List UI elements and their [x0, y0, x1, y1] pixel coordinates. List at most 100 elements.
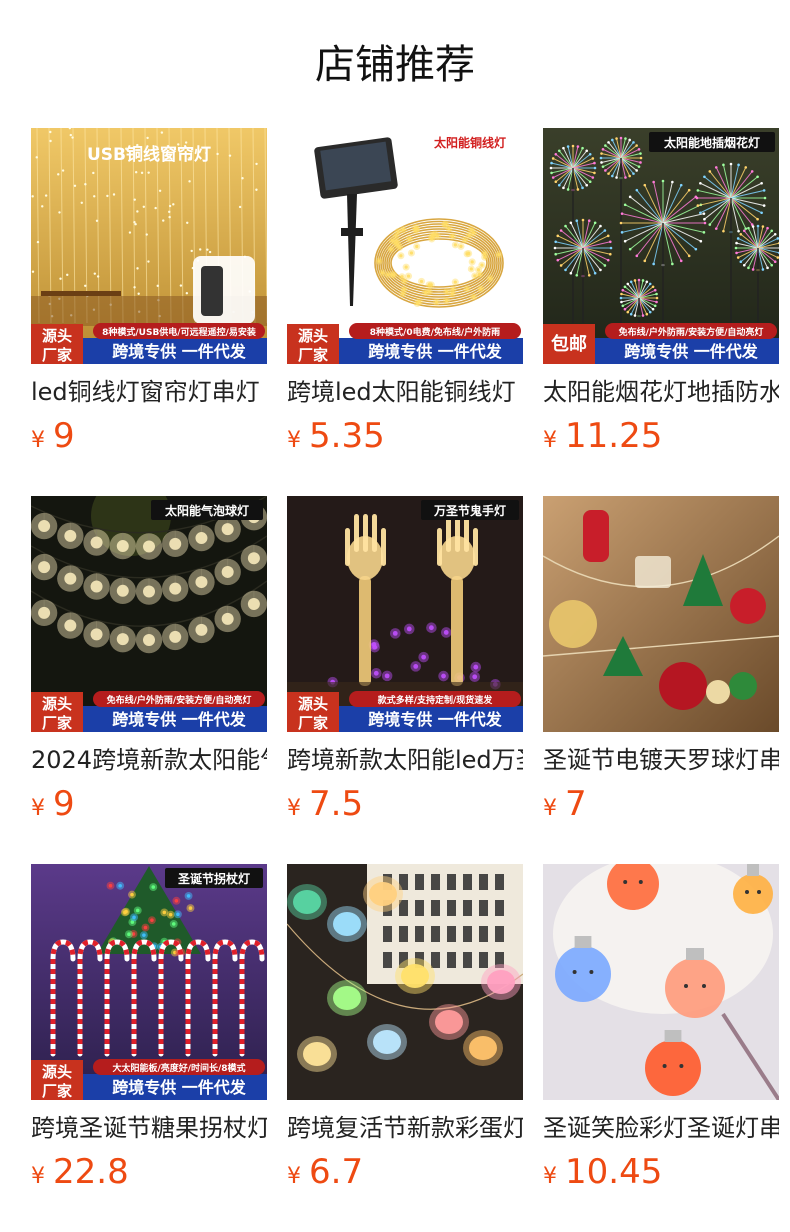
- store-recommendations-page: 店铺推荐 USB铜线窗帘灯跨境专供 一件代发 8种模式/USB供电/可远程遥控/易…: [0, 0, 790, 1232]
- product-price: ¥11.25: [543, 416, 779, 456]
- easter-egg: [293, 890, 321, 914]
- easter-egg: [401, 964, 429, 988]
- product-name[interactable]: 跨境新款太阳能led万圣节鬼手灯: [287, 744, 523, 776]
- price-value: 6.7: [309, 1152, 364, 1192]
- ornament-gift: [635, 556, 671, 588]
- product-image[interactable]: 太阳能铜线灯 跨境专供 一件代发 8种模式/0电费/免布线/户外防雨 源头 厂家: [287, 128, 523, 364]
- product-grid: USB铜线窗帘灯 跨境专供 一件代发 8种模式/USB供电/可远程遥控/易安装 源头厂…: [31, 128, 779, 1200]
- price-value: 5.35: [309, 416, 385, 456]
- product-name[interactable]: led铜线灯窗帘灯串灯: [31, 376, 267, 408]
- ornament-red: [583, 510, 609, 562]
- product-image-art: 太阳能地插烟花灯跨境专供 一件代发 免布线/户外防雨/安装方便/自动亮灯包邮: [543, 128, 779, 364]
- product-card[interactable]: USB铜线窗帘灯跨境专供 一件代发 8种模式/USB供电/可远程遥控/易安装 源头厂…: [31, 128, 267, 464]
- product-image[interactable]: 圣诞节拐杖灯 跨境专供 一件代发 大太阳能板/亮度好/时间长/8模式 源头 厂家: [31, 864, 267, 1100]
- product-image-art: 太阳能气泡球灯跨境专供 一件代发 免布线/户外防雨/安装方便/自动亮灯 源头厂家: [31, 496, 267, 732]
- source-badge-top: 源头: [42, 1063, 72, 1081]
- source-badge-top: 源头: [298, 695, 328, 713]
- currency-symbol: ¥: [31, 428, 45, 453]
- product-image[interactable]: 太阳能地插烟花灯 跨境专供 一件代发 免布线/户外防雨/安装方便/自动亮灯 包邮: [543, 128, 779, 364]
- feature-strip-text: 8种模式/0电费/免布线/户外防雨: [370, 326, 500, 338]
- smiley-bulb: [645, 1040, 701, 1096]
- corner-label: 太阳能地插烟花灯: [664, 135, 760, 150]
- currency-symbol: ¥: [31, 796, 45, 821]
- easter-egg: [369, 882, 397, 906]
- product-card[interactable]: 圣诞节拐杖灯 跨境专供 一件代发 大太阳能板/亮度好/时间长/8模式 源头 厂家 跨境圣…: [31, 864, 267, 1200]
- promo-banner-text: 跨境专供 一件代发: [112, 342, 247, 361]
- price-value: 11.25: [565, 416, 663, 456]
- currency-symbol: ¥: [287, 1164, 301, 1189]
- currency-symbol: ¥: [31, 1164, 45, 1189]
- product-name[interactable]: 跨境圣诞节糖果拐杖灯: [31, 1112, 267, 1144]
- currency-symbol: ¥: [543, 428, 557, 453]
- product-name[interactable]: 圣诞笑脸彩灯圣诞灯串: [543, 1112, 779, 1144]
- price-value: 7: [565, 784, 587, 824]
- feature-strip-text: 款式多样/支持定制/现货速发: [378, 694, 494, 706]
- product-image[interactable]: 万圣节鬼手灯跨境专供 一件代发 款式多样/支持定制/现货速发 源头 厂家: [287, 496, 523, 732]
- source-badge-bottom: 厂家: [42, 1082, 72, 1100]
- product-card[interactable]: 太阳能气泡球灯 跨境专供 一件代发 免布线/户外防雨/安装方便/自动亮灯 源头 厂家 2…: [31, 496, 267, 832]
- product-price: ¥9: [31, 784, 267, 824]
- promo-banner-text: 跨境专供 一件代发: [112, 710, 247, 729]
- page-title: 店铺推荐: [315, 42, 475, 88]
- product-image[interactable]: [543, 496, 779, 732]
- easter-egg: [373, 1030, 401, 1054]
- product-card[interactable]: 跨境复活节新款彩蛋灯串 ¥6.7: [287, 864, 523, 1200]
- source-badge-bottom: 厂家: [42, 346, 72, 364]
- price-value: 10.45: [565, 1152, 663, 1192]
- price-value: 9: [53, 416, 75, 456]
- product-image[interactable]: USB铜线窗帘灯跨境专供 一件代发 8种模式/USB供电/可远程遥控/易安装 源头厂…: [31, 128, 267, 364]
- product-image[interactable]: 太阳能气泡球灯 跨境专供 一件代发 免布线/户外防雨/安装方便/自动亮灯 源头 厂家: [31, 496, 267, 732]
- price-value: 7.5: [309, 784, 364, 824]
- product-name[interactable]: 太阳能烟花灯地插防水: [543, 376, 779, 408]
- smiley-bulb: [733, 874, 773, 914]
- product-image-art: [543, 864, 779, 1100]
- product-name[interactable]: 2024跨境新款太阳能气泡球灯: [31, 744, 267, 776]
- source-badge-top: 源头: [42, 695, 72, 713]
- image-caption: USB铜线窗帘灯: [87, 144, 211, 165]
- promo-banner-text: 跨境专供 一件代发: [368, 710, 503, 729]
- product-price: ¥7: [543, 784, 779, 824]
- product-price: ¥22.8: [31, 1152, 267, 1192]
- product-image-art: 圣诞节拐杖灯跨境专供 一件代发 大太阳能板/亮度好/时间长/8模式 源头厂家: [31, 864, 267, 1100]
- product-image-art: 万圣节鬼手灯跨境专供 一件代发 款式多样/支持定制/现货速发 源头厂家: [287, 496, 523, 732]
- price-value: 22.8: [53, 1152, 129, 1192]
- product-card[interactable]: 太阳能铜线灯 跨境专供 一件代发 8种模式/0电费/免布线/户外防雨 源头 厂家 跨境l…: [287, 128, 523, 464]
- product-name[interactable]: 跨境led太阳能铜线灯: [287, 376, 523, 408]
- easter-egg: [333, 912, 361, 936]
- corner-label: 太阳能铜线灯: [434, 135, 506, 150]
- feature-strip-text: 免布线/户外防雨/安装方便/自动亮灯: [107, 694, 252, 706]
- product-price: ¥6.7: [287, 1152, 523, 1192]
- product-image[interactable]: [287, 864, 523, 1100]
- product-image-art: [287, 864, 523, 1100]
- corner-label: 太阳能气泡球灯: [165, 503, 249, 518]
- source-badge-top: 源头: [42, 327, 72, 345]
- easter-egg: [469, 1036, 497, 1060]
- product-image-art: 太阳能铜线灯跨境专供 一件代发 8种模式/0电费/免布线/户外防雨 源头厂家: [287, 128, 523, 364]
- promo-banner-text: 跨境专供 一件代发: [624, 342, 759, 361]
- source-badge-bottom: 厂家: [298, 714, 328, 732]
- product-image-art: USB铜线窗帘灯跨境专供 一件代发 8种模式/USB供电/可远程遥控/易安装 源头厂…: [31, 128, 267, 364]
- product-price: ¥7.5: [287, 784, 523, 824]
- free-shipping-badge: 包邮: [551, 333, 587, 355]
- source-badge-bottom: 厂家: [298, 346, 328, 364]
- product-name[interactable]: 跨境复活节新款彩蛋灯串: [287, 1112, 523, 1144]
- price-value: 9: [53, 784, 75, 824]
- product-card[interactable]: 太阳能地插烟花灯 跨境专供 一件代发 免布线/户外防雨/安装方便/自动亮灯 包邮 太阳…: [543, 128, 779, 464]
- feature-strip-text: 大太阳能板/亮度好/时间长/8模式: [112, 1062, 245, 1074]
- product-card[interactable]: 圣诞节电镀天罗球灯串 ¥7: [543, 496, 779, 832]
- product-card[interactable]: 圣诞笑脸彩灯圣诞灯串 ¥10.45: [543, 864, 779, 1200]
- feature-strip-text: 8种模式/USB供电/可远程遥控/易安装: [102, 326, 257, 338]
- product-image-art: [543, 496, 779, 732]
- product-image[interactable]: [543, 864, 779, 1100]
- product-price: ¥9: [31, 416, 267, 456]
- easter-egg: [435, 1010, 463, 1034]
- product-name[interactable]: 圣诞节电镀天罗球灯串: [543, 744, 779, 776]
- corner-label: 万圣节鬼手灯: [433, 503, 506, 518]
- promo-banner-text: 跨境专供 一件代发: [112, 1078, 247, 1097]
- smiley-bulb: [665, 958, 725, 1018]
- currency-symbol: ¥: [543, 796, 557, 821]
- ghost-hand: [451, 576, 463, 686]
- ghost-hand: [359, 576, 371, 686]
- product-price: ¥10.45: [543, 1152, 779, 1192]
- product-card[interactable]: 万圣节鬼手灯跨境专供 一件代发 款式多样/支持定制/现货速发 源头 厂家 跨境新款太阳…: [287, 496, 523, 832]
